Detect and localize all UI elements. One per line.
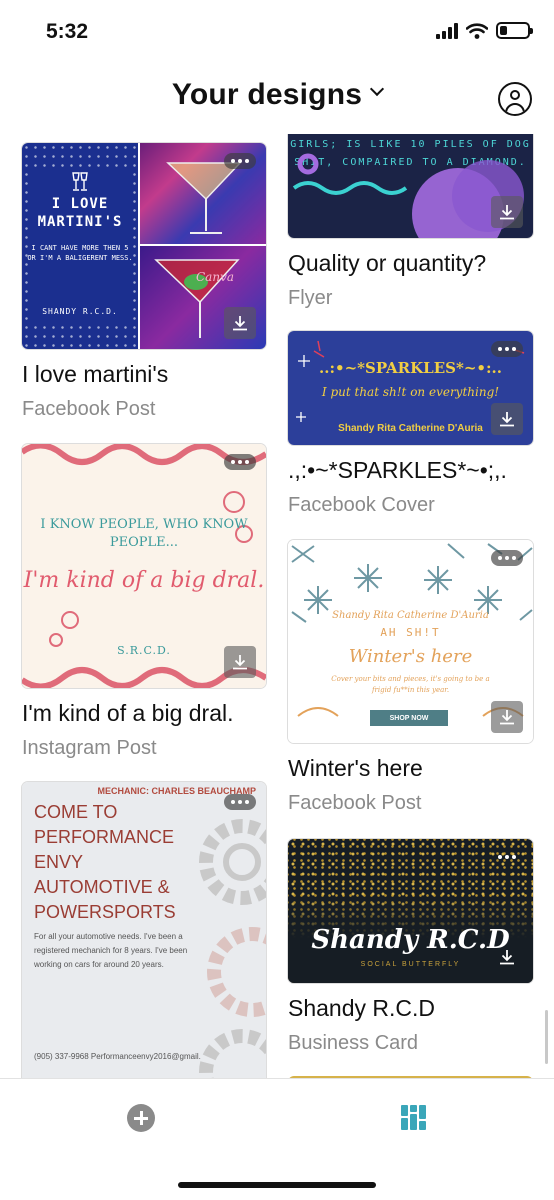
download-icon	[500, 950, 514, 965]
status-time: 5:32	[46, 20, 89, 43]
scroll-indicator	[545, 1010, 548, 1064]
design-type: Facebook Post	[22, 398, 156, 420]
account-icon	[510, 90, 520, 100]
design-card[interactable]: Shandy R.C.D SOCIAL BUTTERFLY Shandy R.C…	[288, 839, 533, 1055]
design-type: Facebook Cover	[288, 494, 435, 516]
wifi-icon	[466, 22, 488, 39]
download-icon	[500, 205, 514, 220]
create-design-button[interactable]	[127, 1104, 155, 1132]
design-card[interactable]: GIRLS; IS LIKE 10 PILES OF DOG SHIT, COM…	[288, 134, 533, 310]
design-title[interactable]: Quality or quantity?	[288, 250, 533, 277]
design-title[interactable]: I'm kind of a big dral.	[22, 700, 266, 727]
design-card[interactable]: Shandy Rita Catherine D'Auria AH SH!T Wi…	[288, 540, 533, 815]
chevron-down-icon	[370, 81, 385, 97]
more-options-button[interactable]	[491, 550, 523, 566]
more-options-button[interactable]	[224, 454, 256, 470]
more-options-button[interactable]	[491, 849, 523, 865]
design-title[interactable]: .,:•~*SPARKLES*~•;,.	[288, 457, 533, 484]
more-options-button[interactable]	[491, 341, 523, 357]
your-designs-tab[interactable]	[401, 1105, 426, 1130]
grid-icon	[401, 1105, 426, 1130]
design-thumbnail[interactable]: I KNOW PEOPLE, WHO KNOW PEOPLE... I'm ki…	[22, 444, 266, 688]
download-icon	[233, 316, 247, 331]
more-options-button[interactable]	[224, 153, 256, 169]
design-title[interactable]: Winter's here	[288, 755, 533, 782]
design-card[interactable]: I LOVE MARTINI'S I CANT HAVE MORE THEN 5…	[22, 143, 266, 421]
design-thumbnail[interactable]: GIRLS; IS LIKE 10 PILES OF DOG SHIT, COM…	[288, 134, 533, 238]
page-title: Your designs	[171, 78, 363, 111]
status-icons	[436, 22, 533, 39]
design-type: Business Card	[288, 1032, 419, 1054]
design-type: Instagram Post	[22, 737, 157, 759]
design-thumbnail[interactable]: MECHANIC: CHARLES BEAUCHAMP COME TO PERF…	[22, 782, 266, 1078]
design-thumbnail[interactable]: ..:•~*SPARKLES*~•:.. I put that sh!t on …	[288, 331, 533, 445]
battery-icon	[496, 22, 533, 39]
designs-title-dropdown[interactable]: Your designs	[0, 78, 554, 112]
download-button[interactable]	[224, 307, 256, 339]
account-button[interactable]	[498, 82, 532, 116]
more-options-button[interactable]	[224, 794, 256, 810]
designs-grid[interactable]: I LOVE MARTINI'S I CANT HAVE MORE THEN 5…	[0, 134, 554, 1078]
header: Your designs	[0, 64, 554, 134]
download-icon	[233, 655, 247, 670]
download-icon	[500, 710, 514, 725]
download-button[interactable]	[224, 646, 256, 678]
design-title[interactable]: I love martini's	[22, 361, 266, 388]
download-button[interactable]	[491, 196, 523, 228]
cellular-signal-icon	[436, 22, 458, 39]
download-icon	[500, 412, 514, 427]
download-button[interactable]	[491, 941, 523, 973]
download-button[interactable]	[491, 701, 523, 733]
design-thumbnail[interactable]: Shandy R.C.D SOCIAL BUTTERFLY	[288, 839, 533, 983]
design-type: Flyer	[288, 287, 333, 309]
design-title[interactable]: Shandy R.C.D	[288, 995, 533, 1022]
glasses-icon	[72, 172, 88, 191]
design-thumbnail[interactable]: I LOVE MARTINI'S I CANT HAVE MORE THEN 5…	[22, 143, 266, 349]
design-thumbnail[interactable]: Shandy Rita Catherine D'Auria AH SH!T Wi…	[288, 540, 533, 743]
design-type: Facebook Post	[288, 792, 422, 814]
design-card[interactable]: MECHANIC: CHARLES BEAUCHAMP COME TO PERF…	[22, 782, 266, 1078]
home-indicator	[178, 1182, 376, 1188]
download-button[interactable]	[491, 403, 523, 435]
design-card[interactable]: I KNOW PEOPLE, WHO KNOW PEOPLE... I'm ki…	[22, 444, 266, 760]
status-bar: 5:32	[0, 0, 554, 64]
design-card[interactable]: ..:•~*SPARKLES*~•:.. I put that sh!t on …	[288, 331, 533, 517]
